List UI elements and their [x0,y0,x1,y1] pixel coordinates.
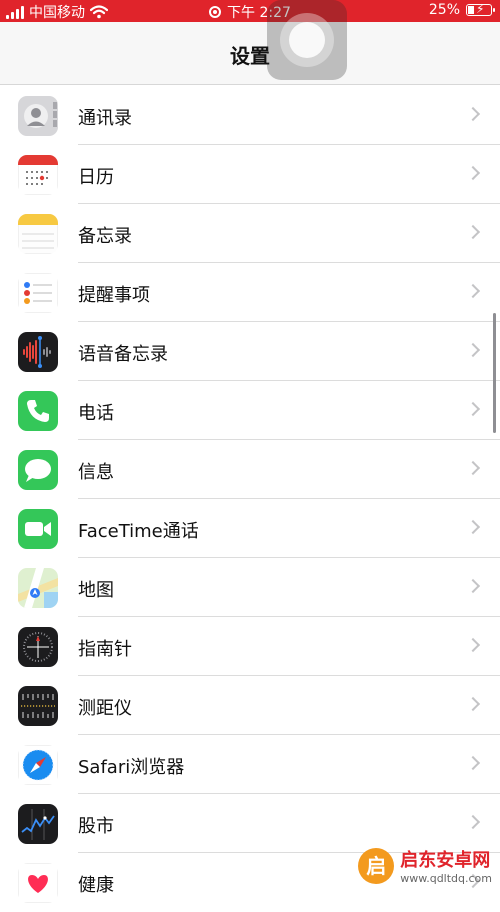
settings-row-stocks[interactable]: 股市 [0,794,500,853]
settings-row-label: 测距仪 [78,698,132,719]
contacts-icon [18,96,58,136]
chevron-right-icon [465,637,481,653]
watermark-title: 启东安卓网 [400,850,491,871]
measure-icon [18,686,58,726]
maps-icon [18,568,58,608]
battery-icon: ⚡ [466,2,495,16]
assistive-touch-button[interactable] [267,0,347,80]
watermark-url: www.qdltdq.com [400,872,492,885]
settings-row-voice-memos[interactable]: 语音备忘录 [0,322,500,381]
screen-recording-icon [209,6,222,18]
settings-row-phone[interactable]: 电话 [0,381,500,440]
facetime-icon [18,509,58,549]
notes-icon [18,214,58,254]
settings-row-label: FaceTime通话 [78,521,199,542]
settings-row-label: 股市 [78,816,114,837]
settings-row-label: 日历 [78,167,114,188]
site-watermark: 启 启东安卓网 www.qdltdq.com [358,846,492,885]
chevron-right-icon [465,224,481,240]
settings-row-label: 健康 [78,875,114,896]
settings-list: 通讯录 日历 备忘录 提醒事项 语音备忘录 电话 信息 FaceTime通话 地… [0,86,500,912]
chevron-right-icon [465,519,481,535]
chevron-right-icon [465,460,481,476]
chevron-right-icon [465,814,481,830]
settings-row-messages[interactable]: 信息 [0,440,500,499]
settings-row-reminders[interactable]: 提醒事项 [0,263,500,322]
settings-row-contacts[interactable]: 通讯录 [0,86,500,145]
settings-row-maps[interactable]: 地图 [0,558,500,617]
chevron-right-icon [465,578,481,594]
settings-row-label: 提醒事项 [78,285,150,306]
status-bar: 中国移动 下午 2:27 25% ⚡ [0,0,500,22]
settings-row-safari[interactable]: Safari浏览器 [0,735,500,794]
chevron-right-icon [465,342,481,358]
chevron-right-icon [465,755,481,771]
chevron-right-icon [465,401,481,417]
calendar-icon [18,155,58,195]
voice-memos-icon [18,332,58,372]
watermark-logo-icon: 启 [358,847,395,884]
settings-row-measure[interactable]: 测距仪 [0,676,500,735]
chevron-right-icon [465,696,481,712]
messages-icon [18,450,58,490]
settings-row-label: 指南针 [78,639,132,660]
navigation-bar: 设置 [0,22,500,85]
chevron-right-icon [465,106,481,122]
settings-row-notes[interactable]: 备忘录 [0,204,500,263]
scroll-indicator [493,313,496,433]
settings-row-label: 电话 [78,403,114,424]
settings-row-label: Safari浏览器 [78,757,185,778]
phone-icon [18,391,58,431]
chevron-right-icon [465,165,481,181]
settings-row-label: 语音备忘录 [78,344,168,365]
settings-row-label: 信息 [78,462,114,483]
chevron-right-icon [465,283,481,299]
settings-row-calendar[interactable]: 日历 [0,145,500,204]
safari-icon [18,745,58,785]
settings-row-compass[interactable]: 指南针 [0,617,500,676]
reminders-icon [18,273,58,313]
settings-row-label: 备忘录 [78,226,132,247]
stocks-icon [18,804,58,844]
settings-row-label: 通讯录 [78,108,132,129]
page-title: 设置 [230,44,270,68]
status-bar-right: 25% ⚡ [428,2,495,18]
settings-row-label: 地图 [78,580,114,601]
health-icon [18,863,58,903]
battery-percent: 25% [428,2,460,18]
settings-row-facetime[interactable]: FaceTime通话 [0,499,500,558]
compass-icon [18,627,58,667]
